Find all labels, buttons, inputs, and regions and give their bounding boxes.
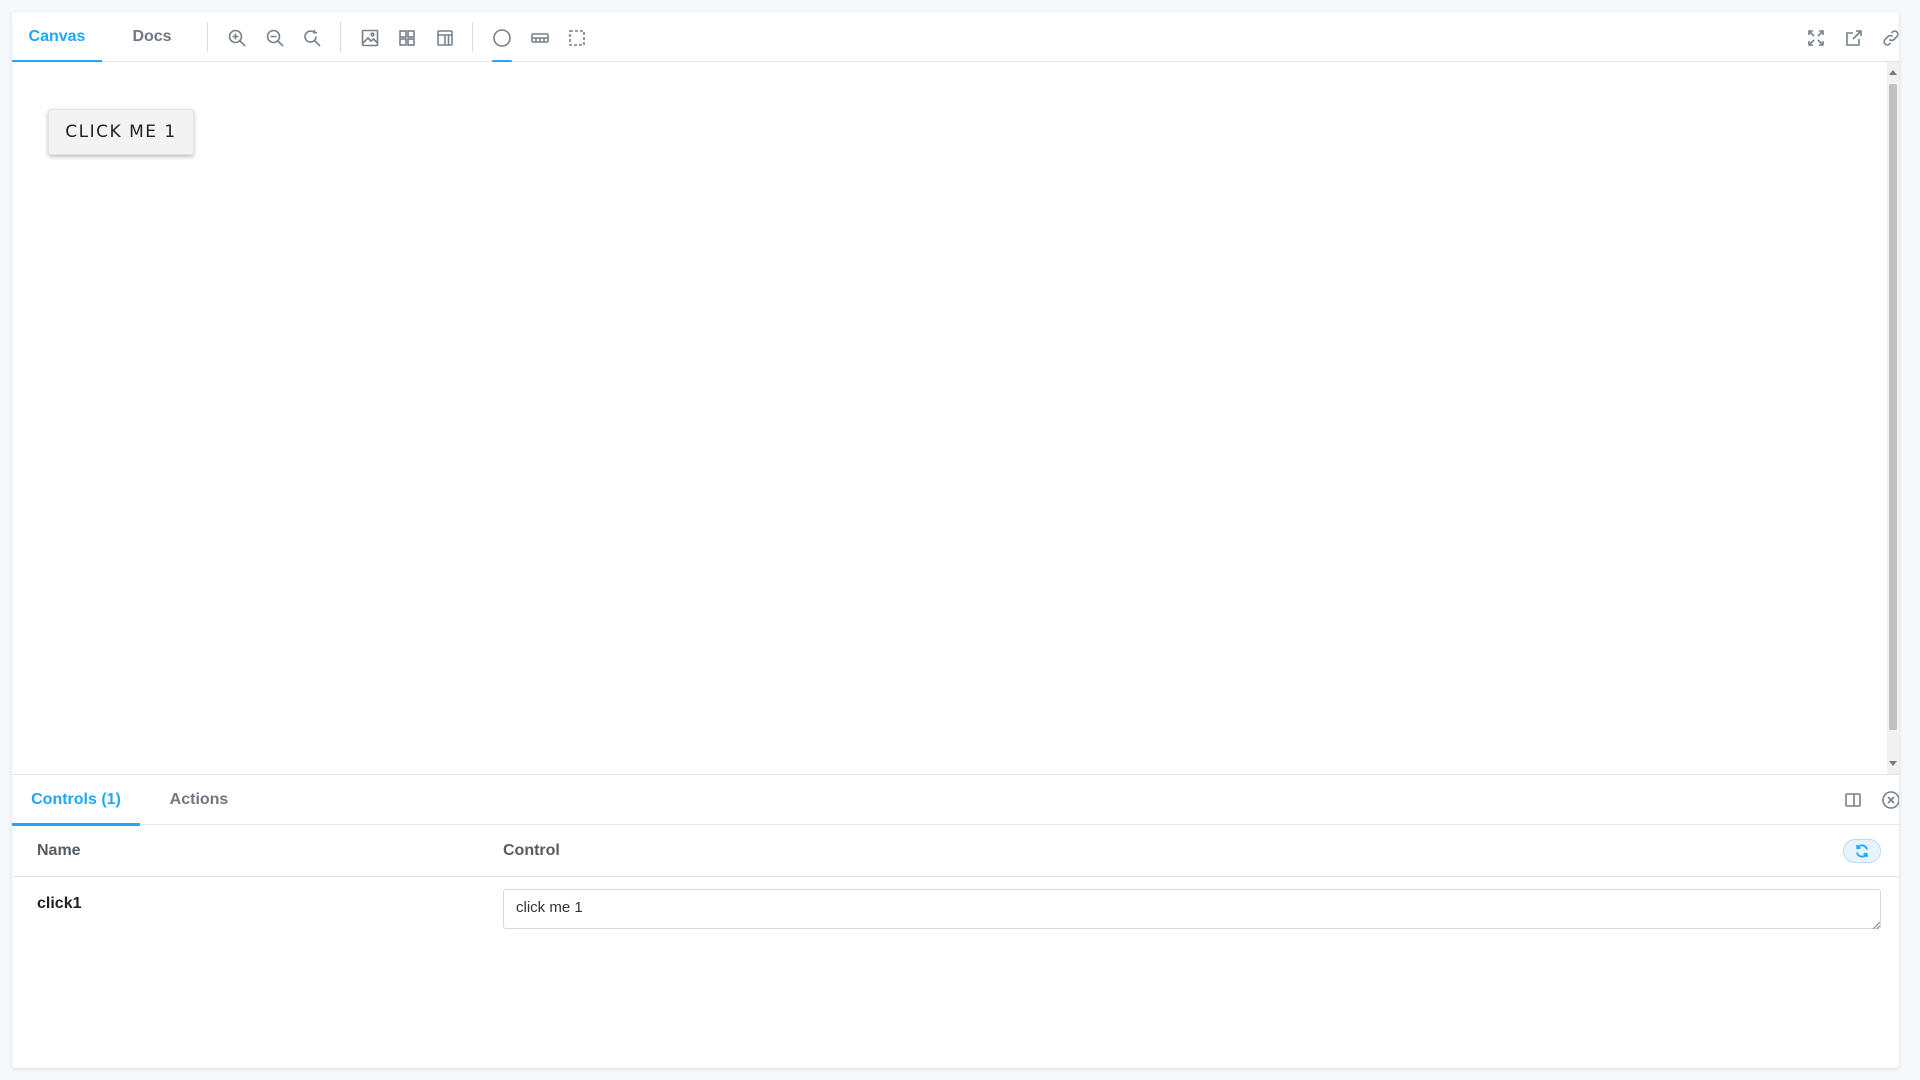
scroll-up-icon[interactable] [1889,70,1897,75]
tab-controls[interactable]: Controls (1) [12,775,140,826]
panel-orientation-button[interactable] [1840,787,1866,813]
open-new-tab-button[interactable] [1840,24,1868,52]
column-header-control: Control [503,842,560,859]
grid-button[interactable] [393,24,421,52]
background-button[interactable] [356,24,384,52]
toolbar-divider [340,22,341,52]
tab-docs-label: Docs [132,28,172,45]
toolbar-divider [472,22,473,52]
grid-icon [399,30,415,46]
viewport-icon [437,30,453,46]
controls-table-header: Name Control [12,825,1899,877]
tab-canvas-label: Canvas [28,28,86,45]
table-row: click1 click me 1 [12,877,1899,937]
zoom-out-icon [266,29,284,47]
zoom-in-icon [228,29,246,47]
tab-actions-label: Actions [169,791,229,808]
selection-button[interactable] [563,24,591,52]
scroll-down-icon[interactable] [1889,761,1897,766]
toolbar-divider [207,22,208,52]
dashed-square-icon [569,30,585,46]
close-circle-icon [1882,791,1899,809]
fullscreen-icon [1808,30,1824,46]
click-me-button[interactable]: CLICK ME 1 [48,109,194,155]
reset-controls-button[interactable] [1843,839,1881,863]
scrollbar-thumb[interactable] [1889,84,1897,730]
viewport-button[interactable] [431,24,459,52]
refresh-icon [1856,844,1868,858]
control-text-input[interactable]: click me 1 [503,889,1881,929]
preview-toolbar: Canvas Docs [12,12,1899,63]
fullscreen-button[interactable] [1802,24,1830,52]
tab-docs[interactable]: Docs [116,12,188,62]
zoom-reset-button[interactable] [298,24,326,52]
addon-panel-tabs: Controls (1) Actions [12,775,1899,826]
copy-link-icon [1883,30,1899,46]
storybook-preview-frame: Canvas Docs CLICK ME 1 Controls (1) Acti… [12,12,1899,1068]
outline-button[interactable] [488,24,516,63]
tab-actions[interactable]: Actions [158,775,240,825]
zoom-in-button[interactable] [223,24,251,52]
addon-panel: Controls (1) Actions Name Control click1… [12,774,1899,1068]
sidebar-layout-icon [1845,793,1861,807]
zoom-reset-icon [304,29,321,47]
close-panel-button[interactable] [1878,787,1899,813]
background-icon [361,29,379,47]
copy-link-button[interactable] [1877,24,1899,52]
outline-icon [493,29,511,47]
measure-button[interactable] [526,24,554,52]
column-header-name: Name [37,842,81,859]
story-canvas: CLICK ME 1 [12,62,1887,774]
zoom-out-button[interactable] [261,24,289,52]
measure-icon [531,33,549,43]
tab-canvas[interactable]: Canvas [12,12,102,63]
canvas-scrollbar[interactable] [1887,62,1899,774]
open-new-tab-icon [1846,30,1862,46]
tab-controls-label: Controls (1) [31,791,121,808]
control-name: click1 [37,895,82,912]
